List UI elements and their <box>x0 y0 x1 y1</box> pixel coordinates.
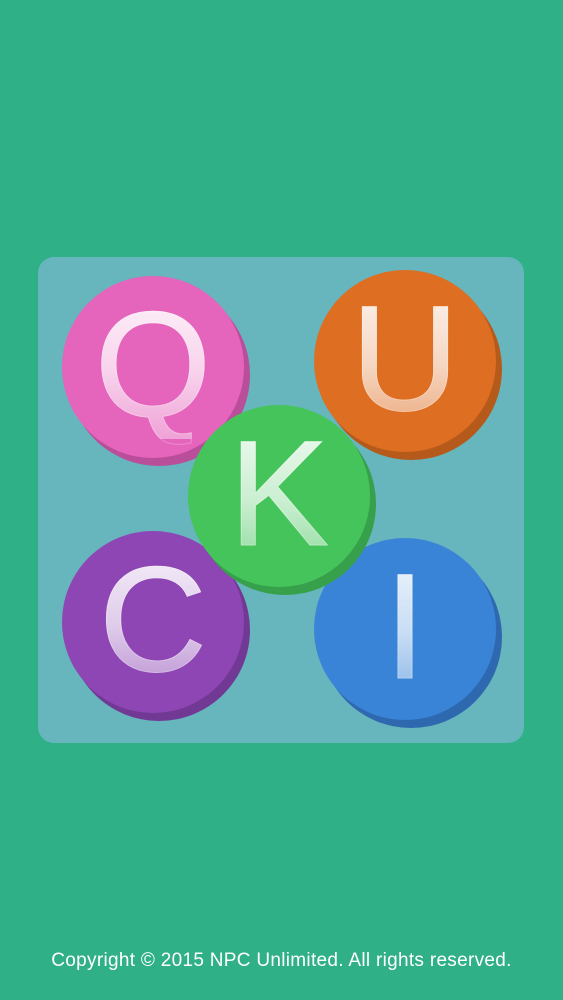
splash-screen: Q U C I K Copyright © 2015 NPC Unlimited… <box>0 0 563 1000</box>
logo-letter-c: C <box>98 535 208 703</box>
logo-letter-u: U <box>350 274 460 442</box>
logo-bubble-i: I <box>314 538 496 720</box>
logo-bubble-u: U <box>314 270 496 452</box>
logo-letter-q: Q <box>94 280 212 448</box>
copyright-text: Copyright © 2015 NPC Unlimited. All righ… <box>51 950 512 971</box>
logo-bubble-k: K <box>188 405 370 587</box>
logo-letter-k: K <box>228 409 330 577</box>
logo-letter-i: I <box>384 542 427 710</box>
